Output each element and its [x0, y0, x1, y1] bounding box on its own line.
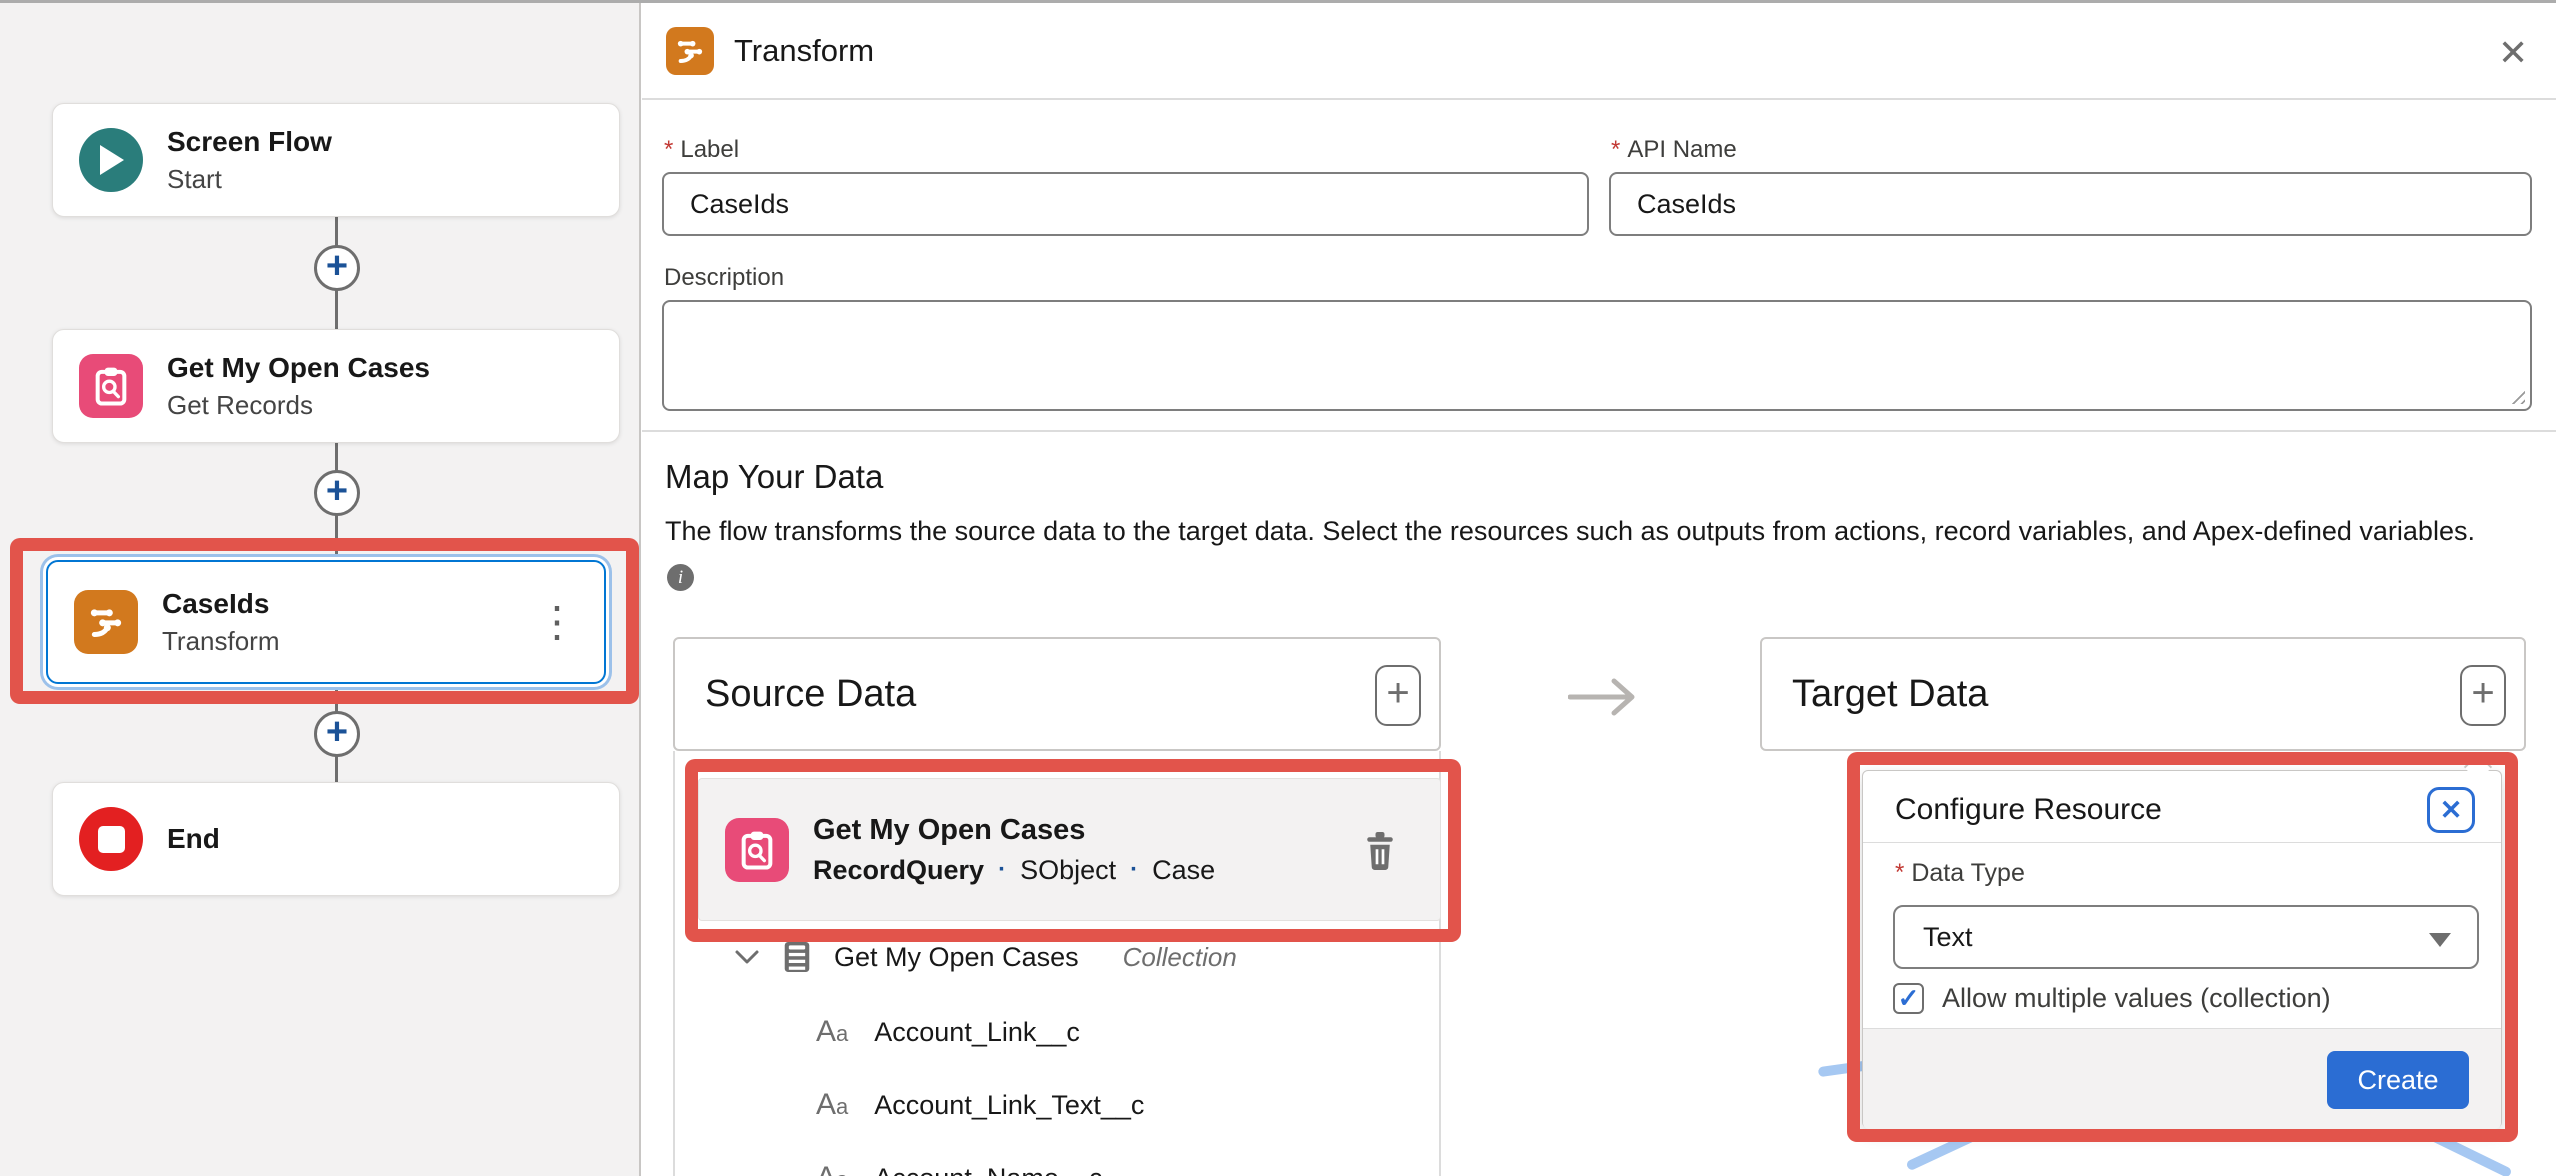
popup-close-button[interactable]: ✕: [2427, 787, 2475, 833]
popup-footer: Create: [1863, 1028, 2501, 1129]
required-asterisk: *: [1611, 136, 1620, 164]
plus-icon: +: [1386, 671, 1409, 716]
end-stop-icon: [79, 807, 143, 871]
label-input[interactable]: CaseIds: [662, 172, 1589, 236]
data-type-select[interactable]: Text: [1893, 905, 2479, 969]
source-data-title: Source Data: [705, 673, 916, 716]
plus-icon: +: [326, 713, 348, 751]
node-start[interactable]: Screen Flow Start: [52, 103, 620, 217]
create-button[interactable]: Create: [2327, 1051, 2469, 1109]
info-icon[interactable]: i: [667, 564, 694, 591]
source-resource-type: RecordQuery: [813, 855, 984, 886]
target-data-title: Target Data: [1792, 673, 1988, 716]
node-end[interactable]: End: [52, 782, 620, 896]
source-resource-entity: Case: [1152, 855, 1215, 886]
source-field-row[interactable]: Aa Account_Name__c: [816, 1156, 1102, 1176]
close-icon: ✕: [2440, 795, 2463, 826]
add-source-data-button[interactable]: +: [1375, 665, 1421, 726]
description-field-label: Description: [664, 264, 784, 292]
check-icon: ✓: [1898, 983, 1920, 1014]
source-data-panel-header: Source Data +: [673, 637, 1441, 751]
source-resource-title: Get My Open Cases: [813, 814, 1215, 847]
section-divider: [642, 430, 2556, 432]
label-field-label: * Label: [664, 136, 739, 164]
add-target-data-button[interactable]: +: [2460, 665, 2506, 726]
delete-trash-icon[interactable]: [1362, 828, 1398, 872]
configure-resource-popup: Configure Resource ✕ * Data Type Text ✓ …: [1862, 770, 2502, 1128]
node-transform-subtitle: Transform: [162, 626, 280, 657]
source-tree-root[interactable]: Get My Open Cases Collection: [734, 936, 1237, 978]
add-element-button-1[interactable]: +: [314, 245, 360, 291]
required-asterisk: *: [664, 136, 673, 164]
source-field-row[interactable]: Aa Account_Link_Text__c: [816, 1083, 1144, 1127]
map-your-data-description: The flow transforms the source data to t…: [665, 516, 2525, 547]
source-resource-object: SObject: [1020, 855, 1116, 886]
required-asterisk: *: [1895, 859, 1904, 888]
source-tree-root-badge: Collection: [1123, 942, 1237, 973]
panel-header-divider: [642, 98, 2556, 100]
target-data-panel-header: Target Data +: [1760, 637, 2526, 751]
add-element-button-2[interactable]: +: [314, 470, 360, 516]
popup-divider: [1863, 842, 2501, 843]
resize-grip-icon[interactable]: [2507, 386, 2525, 404]
allow-multiple-checkbox[interactable]: ✓: [1893, 983, 1924, 1014]
transform-icon: [74, 590, 138, 654]
start-play-icon: [79, 128, 143, 192]
text-field-icon: Aa: [816, 1015, 848, 1049]
node-get-records-title: Get My Open Cases: [167, 352, 430, 384]
allow-multiple-label: Allow multiple values (collection): [1942, 983, 2331, 1014]
node-get-records[interactable]: Get My Open Cases Get Records: [52, 329, 620, 443]
data-type-label: * Data Type: [1895, 859, 2025, 888]
description-textarea[interactable]: [662, 300, 2532, 411]
panel-transform-icon: [666, 27, 714, 75]
add-element-button-3[interactable]: +: [314, 711, 360, 757]
plus-icon: +: [326, 472, 348, 510]
get-records-icon: [79, 354, 143, 418]
dropdown-arrow-icon: [2429, 933, 2451, 947]
map-your-data-heading: Map Your Data: [665, 458, 883, 496]
node-start-subtitle: Start: [167, 164, 332, 195]
api-name-input[interactable]: CaseIds: [1609, 172, 2532, 236]
api-name-field-label: * API Name: [1611, 136, 1737, 164]
map-arrow-icon: [1568, 674, 1642, 720]
node-get-records-subtitle: Get Records: [167, 390, 430, 421]
flow-builder-screen: Screen Flow Start + Get My Open Cases Ge…: [0, 0, 2556, 1176]
configure-resource-title: Configure Resource: [1895, 793, 2162, 827]
source-field-row[interactable]: Aa Account_Link__c: [816, 1010, 1080, 1054]
node-transform-title: CaseIds: [162, 588, 280, 620]
plus-icon: +: [2471, 671, 2494, 716]
plus-icon: +: [326, 247, 348, 285]
panel-close-icon[interactable]: ✕: [2498, 32, 2528, 74]
chevron-down-icon[interactable]: [734, 949, 760, 965]
allow-multiple-row: ✓ Allow multiple values (collection): [1893, 983, 2331, 1014]
panel-title: Transform: [734, 33, 874, 69]
window-top-border: [0, 0, 2556, 3]
node-menu-kebab-icon[interactable]: ⋮: [536, 601, 578, 643]
source-resource-row[interactable]: Get My Open Cases RecordQuery · SObject …: [698, 778, 1441, 921]
text-field-icon: Aa: [816, 1161, 848, 1176]
text-field-icon: Aa: [816, 1088, 848, 1122]
node-transform-selected[interactable]: CaseIds Transform ⋮: [46, 560, 606, 684]
get-records-icon: [725, 818, 789, 882]
collection-icon: [782, 939, 812, 975]
node-end-title: End: [167, 823, 220, 855]
source-tree-root-label: Get My Open Cases: [834, 942, 1079, 973]
node-start-title: Screen Flow: [167, 126, 332, 158]
